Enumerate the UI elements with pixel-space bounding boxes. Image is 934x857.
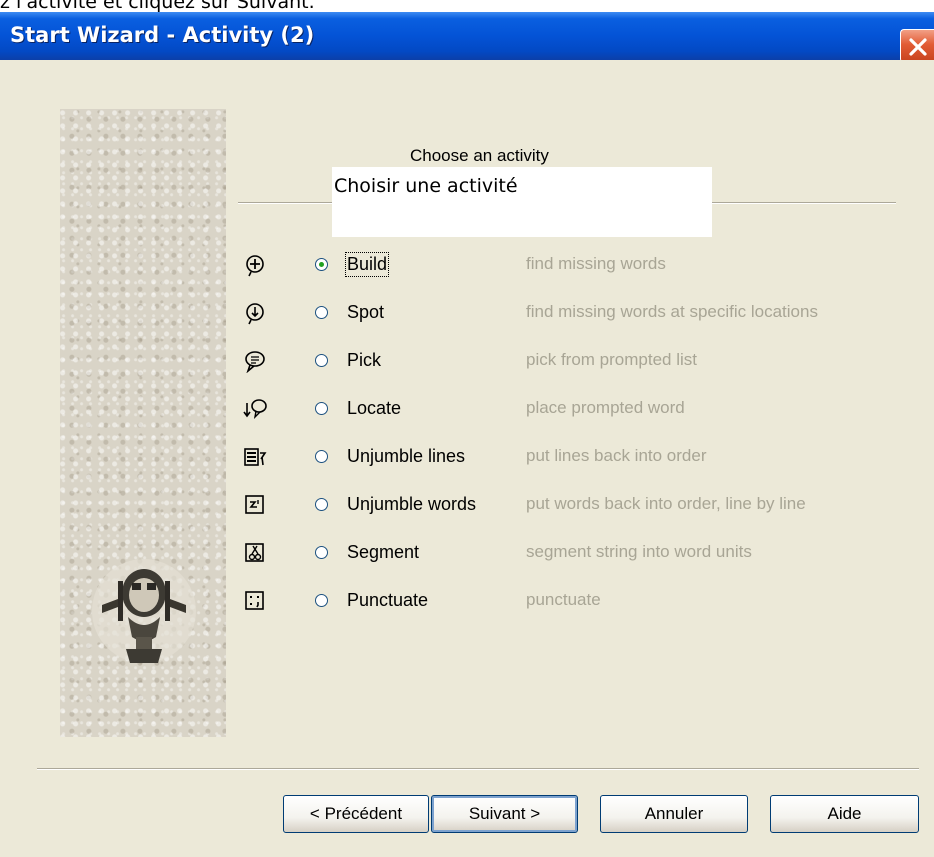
segment-radio[interactable]	[315, 546, 328, 559]
build-icon	[246, 255, 264, 277]
pick-label[interactable]: Pick	[347, 350, 381, 371]
emblem-icon	[92, 559, 196, 663]
spot-icon	[246, 303, 264, 325]
unjumble-lines-description: put lines back into order	[526, 446, 707, 465]
unjumble-lines-label[interactable]: Unjumble lines	[347, 446, 465, 467]
activity-option-punctuate[interactable]: Punctuate punctuate	[240, 584, 920, 624]
previous-button[interactable]: < Précédent	[283, 795, 429, 833]
spot-radio[interactable]	[315, 306, 328, 319]
dialog-body: Choose an activity Choisir une activité …	[0, 60, 934, 857]
unjumble-words-description: put words back into order, line by line	[526, 494, 806, 513]
unjumble-lines-icon	[244, 448, 267, 466]
activity-option-build[interactable]: Build find missing words	[240, 248, 920, 288]
help-button[interactable]: Aide	[770, 795, 919, 833]
button-separator	[37, 768, 919, 770]
pick-icon	[245, 351, 265, 373]
activity-option-segment[interactable]: Segment segment string into word units	[240, 536, 920, 576]
activity-heading: Choose an activity	[410, 146, 549, 165]
segment-icon	[245, 543, 264, 562]
cancel-button[interactable]: Annuler	[600, 795, 748, 833]
punctuate-label[interactable]: Punctuate	[347, 590, 428, 611]
activity-option-locate[interactable]: Locate place prompted word	[240, 392, 920, 432]
locate-label[interactable]: Locate	[347, 398, 401, 419]
build-radio[interactable]	[315, 258, 328, 271]
locate-icon	[243, 399, 267, 420]
activity-option-unjumble-words[interactable]: Unjumble words put words back into order…	[240, 488, 920, 528]
activity-option-unjumble-lines[interactable]: Unjumble lines put lines back into order	[240, 440, 920, 480]
build-description: find missing words	[526, 254, 666, 273]
unjumble-words-icon	[245, 495, 264, 514]
unjumble-words-label[interactable]: Unjumble words	[347, 494, 476, 515]
wizard-side-panel	[60, 109, 226, 737]
spot-label[interactable]: Spot	[347, 302, 384, 323]
background-caption-text: z l'activité et cliquez sur Suivant.	[0, 0, 315, 12]
unjumble-words-radio[interactable]	[315, 498, 328, 511]
title-bar[interactable]: Start Wizard - Activity (2)	[0, 12, 934, 63]
segment-description: segment string into word units	[526, 542, 752, 561]
pick-radio[interactable]	[315, 354, 328, 367]
punctuate-radio[interactable]	[315, 594, 328, 607]
punctuate-description: punctuate	[526, 590, 601, 609]
close-button[interactable]	[900, 29, 934, 63]
translation-overlay-text: Choisir une activité	[334, 175, 518, 197]
segment-label[interactable]: Segment	[347, 542, 419, 563]
activity-option-pick[interactable]: Pick pick from prompted list	[240, 344, 920, 384]
build-label[interactable]: Build	[344, 252, 390, 277]
close-icon	[909, 38, 927, 56]
unjumble-lines-radio[interactable]	[315, 450, 328, 463]
next-button[interactable]: Suivant >	[431, 795, 578, 833]
punctuate-icon	[245, 591, 264, 610]
background-caption: z l'activité et cliquez sur Suivant.	[0, 0, 934, 12]
window-title: Start Wizard - Activity (2)	[10, 23, 315, 47]
locate-description: place prompted word	[526, 398, 685, 417]
locate-radio[interactable]	[315, 402, 328, 415]
activity-option-spot[interactable]: Spot find missing words at specific loca…	[240, 296, 920, 336]
pick-description: pick from prompted list	[526, 350, 697, 369]
spot-description: find missing words at specific locations	[526, 302, 818, 321]
